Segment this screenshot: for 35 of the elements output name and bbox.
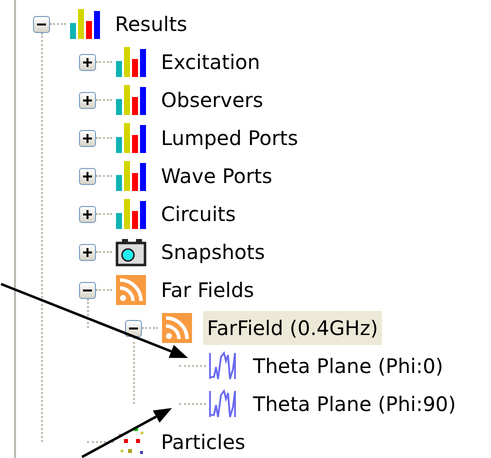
- bar-chart-icon: [114, 197, 148, 231]
- expand-toggle[interactable]: [79, 168, 96, 184]
- plus-icon: [82, 246, 93, 258]
- expand-toggle[interactable]: [79, 130, 96, 146]
- plus-icon: [82, 208, 93, 220]
- collapse-toggle[interactable]: [79, 282, 96, 298]
- collapse-toggle[interactable]: [125, 320, 142, 336]
- tree-item-label[interactable]: FarField (0.4GHz): [203, 311, 382, 345]
- plus-icon: [82, 132, 93, 144]
- expand-toggle[interactable]: [79, 244, 96, 260]
- tree-item-label[interactable]: Theta Plane (Phi:0): [249, 349, 448, 383]
- collapse-toggle[interactable]: [33, 16, 50, 32]
- feed-icon: [160, 311, 194, 345]
- bar-chart-icon: [114, 121, 148, 155]
- expand-toggle[interactable]: [79, 54, 96, 70]
- tree-item-label[interactable]: Results: [111, 7, 192, 41]
- tree-item-label[interactable]: Excitation: [157, 45, 264, 79]
- feed-icon: [114, 273, 148, 307]
- plus-icon: [82, 94, 93, 106]
- plus-icon: [82, 56, 93, 68]
- tree-item-label[interactable]: Circuits: [157, 197, 240, 231]
- tree-item-label[interactable]: Lumped Ports: [157, 121, 302, 155]
- expand-toggle[interactable]: [79, 92, 96, 108]
- tree-item-label[interactable]: Observers: [157, 83, 268, 117]
- tree-item-label[interactable]: Theta Plane (Phi:90): [249, 387, 460, 421]
- tree-item-label[interactable]: Far Fields: [157, 273, 258, 307]
- bar-chart-icon: [114, 45, 148, 79]
- plus-icon: [82, 170, 93, 182]
- tree-item-label[interactable]: Particles: [157, 425, 250, 458]
- tree-item-label[interactable]: Wave Ports: [157, 159, 276, 193]
- tree-item-label[interactable]: Snapshots: [157, 235, 269, 269]
- expand-toggle[interactable]: [79, 206, 96, 222]
- bar-chart-icon: [68, 7, 102, 41]
- bar-chart-icon: [114, 83, 148, 117]
- bar-chart-icon: [114, 159, 148, 193]
